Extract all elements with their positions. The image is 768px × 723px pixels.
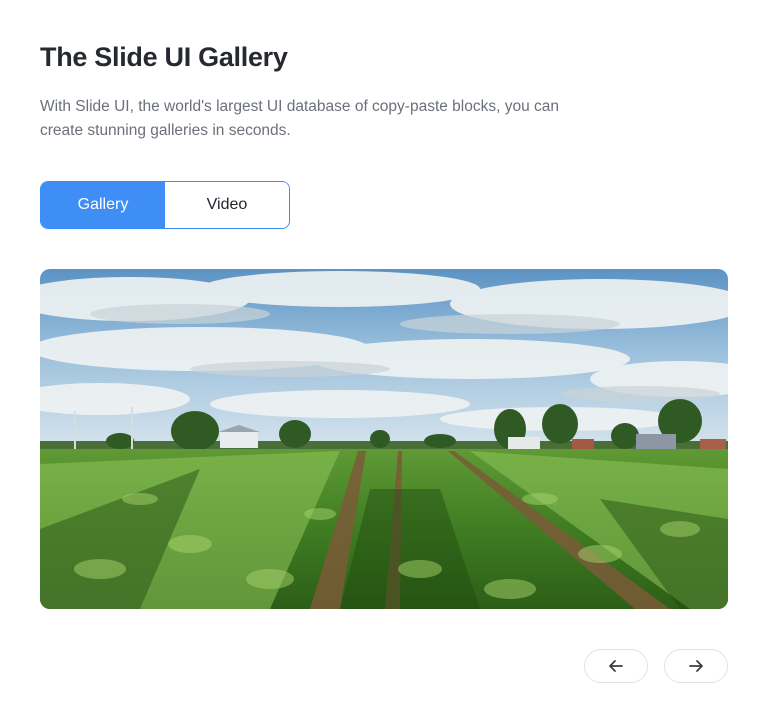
tab-gallery[interactable]: Gallery — [41, 182, 165, 228]
page-description: With Slide UI, the world's largest UI da… — [40, 98, 560, 139]
farm-field-landscape — [40, 269, 728, 609]
arrow-left-icon — [609, 660, 623, 672]
gallery-video-toggle: Gallery Video — [40, 181, 290, 229]
page-title: The Slide UI Gallery — [40, 42, 288, 72]
prev-button[interactable] — [584, 649, 648, 683]
tab-video[interactable]: Video — [165, 182, 289, 228]
next-button[interactable] — [664, 649, 728, 683]
gallery-image — [40, 269, 728, 609]
arrow-right-icon — [689, 660, 703, 672]
